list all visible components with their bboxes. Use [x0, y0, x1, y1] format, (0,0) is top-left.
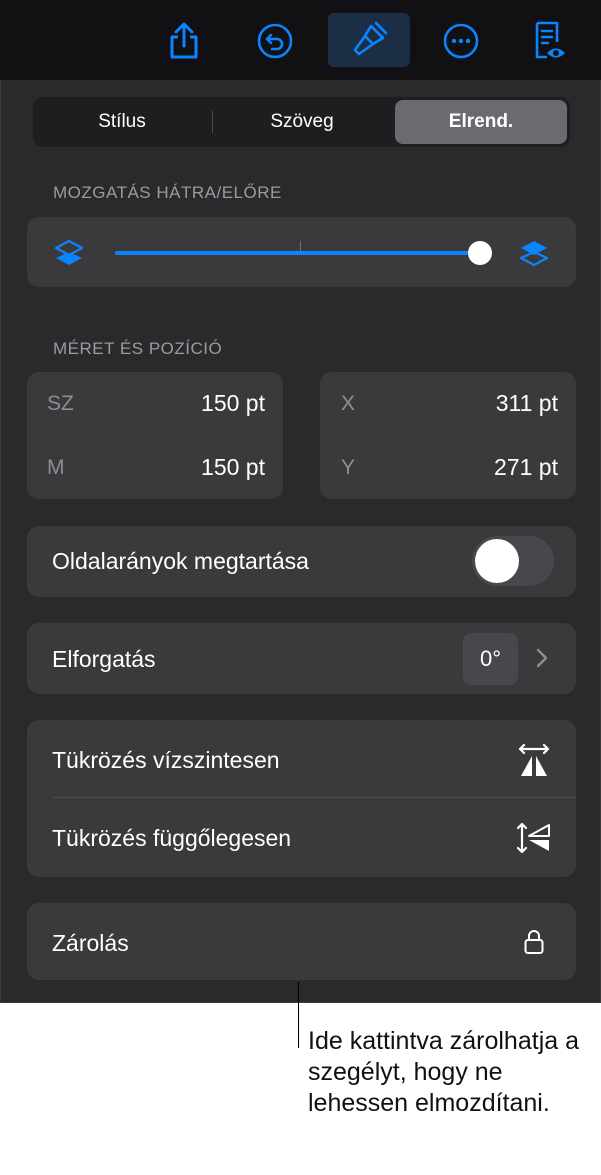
flip-vertical-label[interactable]: Tükrözés függőlegesen: [52, 825, 291, 852]
arrange-panel: Stílus Szöveg Elrend. MOZGATÁS HÁTRA/ELŐ…: [0, 80, 601, 1003]
move-section-label: MOZGATÁS HÁTRA/ELŐRE: [53, 183, 282, 202]
lock-icon: [524, 930, 544, 954]
size-card: SZ 150 pt M 150 pt: [27, 372, 283, 499]
reader-view-icon: [535, 21, 565, 59]
lock-row[interactable]: Zárolás: [27, 903, 576, 980]
undo-icon: [257, 23, 293, 59]
toggle-knob: [475, 539, 519, 583]
share-icon: [170, 22, 198, 59]
flip-divider: [53, 797, 576, 798]
more-button[interactable]: [431, 14, 491, 68]
height-value[interactable]: 150 pt: [201, 454, 265, 481]
width-label: SZ: [47, 392, 74, 415]
flip-card: Tükrözés vízszintesen Tükrözés függőlege…: [27, 720, 576, 877]
x-value[interactable]: 311 pt: [496, 390, 558, 417]
tab-divider: [212, 111, 213, 133]
flip-horizontal-icon[interactable]: [517, 744, 551, 778]
lock-label: Zárolás: [52, 930, 129, 956]
width-value[interactable]: 150 pt: [201, 390, 265, 417]
constrain-proportions-label: Oldalarányok megtartása: [52, 548, 309, 574]
undo-button[interactable]: [245, 14, 305, 68]
position-card: X 311 pt Y 271 pt: [320, 372, 576, 499]
rotate-label: Elforgatás: [52, 646, 156, 672]
move-slider-card: [27, 217, 576, 287]
tab-bar: Stílus Szöveg Elrend.: [33, 97, 570, 147]
constrain-proportions-row: Oldalarányok megtartása: [27, 526, 576, 597]
move-slider-thumb[interactable]: [468, 241, 492, 265]
x-label: X: [341, 392, 356, 415]
callout-leader-line: [298, 982, 299, 1048]
slider-tick: [300, 241, 301, 251]
y-label: Y: [341, 456, 356, 479]
bring-forward-icon[interactable]: [518, 238, 550, 268]
toolbar: [0, 0, 601, 80]
format-button[interactable]: [328, 13, 410, 67]
rotate-row[interactable]: Elforgatás 0°: [27, 623, 576, 694]
reader-view-button[interactable]: [519, 14, 579, 68]
tab-text[interactable]: Szöveg: [215, 100, 389, 144]
paintbrush-icon: [353, 21, 388, 56]
share-button[interactable]: [154, 14, 214, 68]
more-icon: [443, 23, 479, 59]
y-value[interactable]: 271 pt: [494, 454, 558, 481]
send-backward-icon[interactable]: [53, 238, 85, 268]
chevron-right-icon: [536, 648, 548, 668]
constrain-proportions-toggle[interactable]: [472, 536, 554, 586]
move-slider-track[interactable]: [115, 251, 481, 255]
rotate-value[interactable]: 0°: [463, 633, 518, 685]
flip-horizontal-label[interactable]: Tükrözés vízszintesen: [52, 747, 280, 774]
flip-vertical-icon[interactable]: [517, 821, 551, 855]
height-label: M: [47, 456, 65, 479]
callout-text: Ide kattintva zárolhatja a szegélyt, hog…: [308, 1027, 579, 1117]
tab-arrange[interactable]: Elrend.: [395, 100, 567, 144]
tab-style[interactable]: Stílus: [36, 100, 208, 144]
size-section-label: MÉRET ÉS POZÍCIÓ: [53, 339, 223, 358]
